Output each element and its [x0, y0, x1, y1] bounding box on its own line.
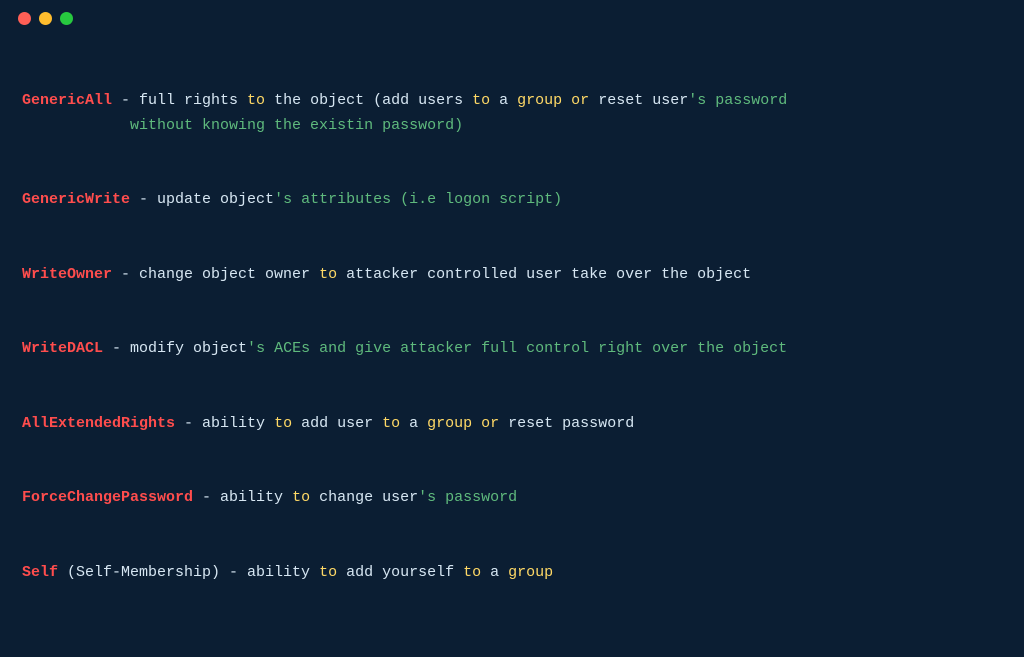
- entry-forcechangepassword: ForceChangePassword - ability to change …: [22, 486, 1002, 511]
- kw-to: to: [463, 564, 481, 581]
- text: s attributes (i.e logon script): [283, 191, 562, 208]
- kw-or: or: [481, 415, 499, 432]
- text: s password: [427, 489, 517, 506]
- apostrophe: ': [418, 489, 427, 506]
- close-icon[interactable]: [18, 12, 31, 25]
- apostrophe: ': [247, 340, 256, 357]
- kw-or: or: [571, 92, 589, 109]
- entry-allextendedrights: AllExtendedRights - ability to add user …: [22, 412, 1002, 437]
- text: s ACEs and give attacker full control ri…: [256, 340, 787, 357]
- text: - change object owner: [112, 266, 319, 283]
- perm-name: WriteDACL: [22, 340, 103, 357]
- kw-to: to: [319, 266, 337, 283]
- perm-name: WriteOwner: [22, 266, 112, 283]
- kw-to: to: [472, 92, 490, 109]
- text: - ability: [193, 489, 292, 506]
- entry-genericall: GenericAll - full rights to the object (…: [22, 89, 1002, 139]
- perm-name: ForceChangePassword: [22, 489, 193, 506]
- kw-to: to: [274, 415, 292, 432]
- perm-name: Self: [22, 564, 58, 581]
- entry-writedacl: WriteDACL - modify object's ACEs and giv…: [22, 337, 1002, 362]
- text: attacker controlled user take over the o…: [337, 266, 751, 283]
- zoom-icon[interactable]: [60, 12, 73, 25]
- kw-group: group: [508, 564, 553, 581]
- text: the object (add users: [265, 92, 472, 109]
- perm-name: GenericAll: [22, 92, 112, 109]
- text: [472, 415, 481, 432]
- text: change user: [310, 489, 418, 506]
- kw-to: to: [247, 92, 265, 109]
- kw-group: group: [427, 415, 472, 432]
- text: s password: [697, 92, 787, 109]
- kw-to: to: [382, 415, 400, 432]
- apostrophe: ': [274, 191, 283, 208]
- terminal-content: GenericAll - full rights to the object (…: [0, 36, 1024, 657]
- text: [562, 92, 571, 109]
- text: add yourself: [337, 564, 463, 581]
- text: reset user: [589, 92, 688, 109]
- entry-self: Self (Self-Membership) - ability to add …: [22, 561, 1002, 586]
- apostrophe: ': [688, 92, 697, 109]
- text: (Self-Membership) - ability: [58, 564, 319, 581]
- window-titlebar: [0, 0, 1024, 36]
- entry-genericwrite: GenericWrite - update object's attribute…: [22, 188, 1002, 213]
- text: a: [400, 415, 427, 432]
- text: - modify object: [103, 340, 247, 357]
- perm-name: AllExtendedRights: [22, 415, 175, 432]
- kw-group: group: [517, 92, 562, 109]
- kw-to: to: [319, 564, 337, 581]
- text: - update object: [130, 191, 274, 208]
- text: reset password: [499, 415, 634, 432]
- text: - ability: [175, 415, 274, 432]
- entry-writeowner: WriteOwner - change object owner to atta…: [22, 263, 1002, 288]
- text: a: [481, 564, 508, 581]
- perm-name: GenericWrite: [22, 191, 130, 208]
- minimize-icon[interactable]: [39, 12, 52, 25]
- text: add user: [292, 415, 382, 432]
- continuation: without knowing the existin password): [22, 117, 463, 134]
- text: a: [490, 92, 517, 109]
- kw-to: to: [292, 489, 310, 506]
- text: - full rights: [112, 92, 247, 109]
